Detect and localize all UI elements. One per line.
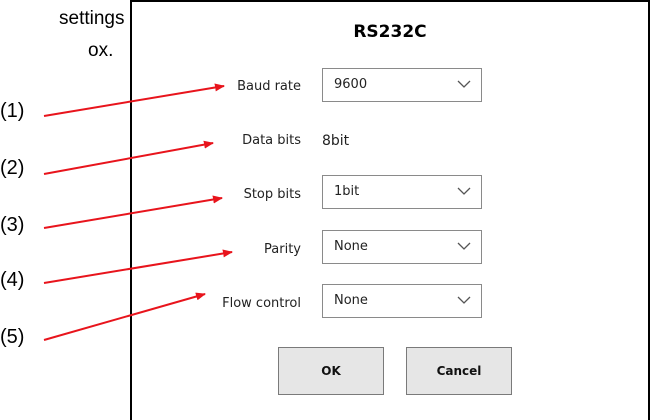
data-bits-value: 8bit [322, 133, 350, 149]
cancel-button[interactable]: Cancel [406, 347, 512, 395]
stop-bits-value: 1bit [334, 184, 360, 199]
callout-3: (3) [0, 214, 25, 236]
parity-value: None [334, 239, 368, 254]
flow-control-select[interactable]: None [322, 284, 482, 318]
callout-2: (2) [0, 157, 25, 179]
rs232c-dialog: RS232C Baud rate 9600 Data bits 8bit Sto… [130, 0, 650, 420]
callout-5: (5) [0, 326, 25, 348]
dialog-title: RS232C [353, 22, 427, 42]
stop-bits-select[interactable]: 1bit [322, 175, 482, 209]
baud-rate-value: 9600 [334, 77, 368, 92]
partial-note-text: ox. [88, 40, 114, 61]
chevron-down-icon [457, 80, 471, 88]
callout-4: (4) [0, 269, 25, 291]
baud-rate-select[interactable]: 9600 [322, 68, 482, 102]
chevron-down-icon [457, 242, 471, 250]
callout-1: (1) [0, 100, 25, 122]
chevron-down-icon [457, 296, 471, 304]
data-bits-label: Data bits [242, 133, 301, 148]
parity-label: Parity [264, 242, 301, 257]
flow-control-value: None [334, 293, 368, 308]
ok-button[interactable]: OK [278, 347, 384, 395]
flow-control-label: Flow control [222, 296, 301, 311]
partial-note-text: settings [59, 8, 125, 29]
chevron-down-icon [457, 187, 471, 195]
parity-select[interactable]: None [322, 230, 482, 264]
baud-rate-label: Baud rate [237, 79, 301, 94]
stop-bits-label: Stop bits [243, 187, 301, 202]
